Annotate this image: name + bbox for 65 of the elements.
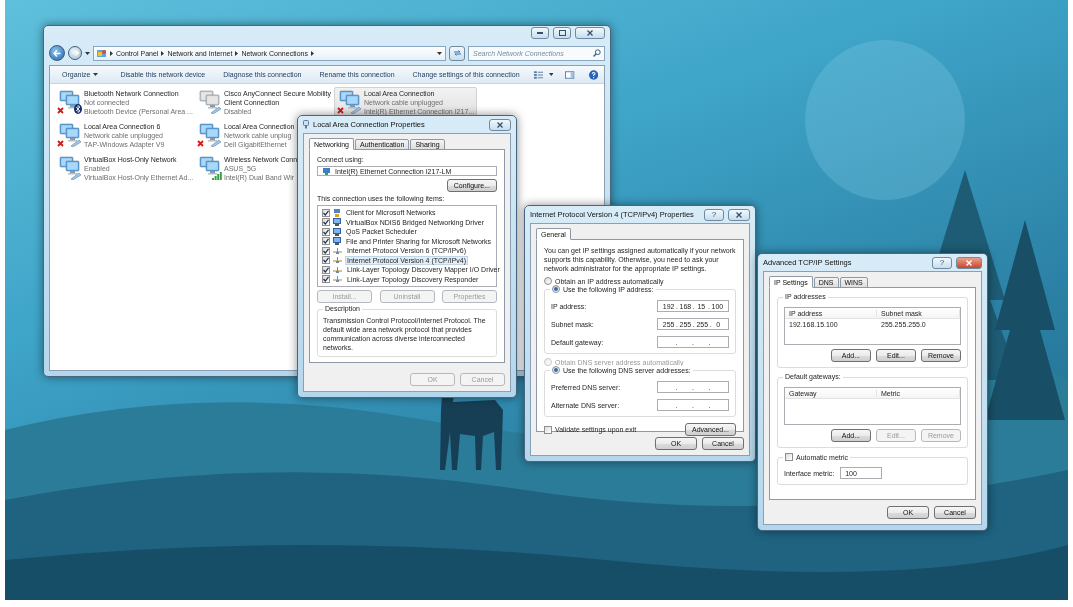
protocol-icon: [333, 257, 342, 264]
chevron-icon: [110, 50, 113, 56]
network-cable-icon: [70, 139, 82, 147]
network-adapter-icon: [303, 120, 309, 129]
checkbox[interactable]: [785, 453, 793, 461]
forward-arrow-icon: [71, 50, 79, 56]
protocol-icon: [333, 266, 342, 273]
network-cable-icon: [70, 172, 82, 180]
network-cable-icon: [210, 139, 222, 147]
control-panel-icon: [97, 48, 107, 58]
view-options-icon[interactable]: [533, 70, 543, 79]
checkbox[interactable]: [322, 227, 330, 236]
preview-pane-icon[interactable]: [565, 70, 575, 79]
computer-icon: [199, 90, 221, 110]
dropdown-caret-icon[interactable]: [437, 51, 442, 55]
maximize-icon: [558, 30, 566, 36]
chevron-icon: [235, 50, 239, 56]
close-icon: [966, 259, 972, 266]
checkbox[interactable]: [322, 218, 330, 227]
network-client-icon: [333, 208, 341, 217]
computer-icon: [59, 90, 81, 110]
caret-icon[interactable]: [548, 73, 554, 76]
search-icon: [593, 49, 601, 57]
close-button[interactable]: [575, 27, 605, 39]
help-button[interactable]: ?: [704, 208, 724, 221]
computer-icon: [339, 90, 361, 110]
computer-icon: [59, 156, 81, 176]
close-icon: [497, 121, 503, 128]
chevron-icon: [310, 50, 314, 56]
computer-icon: [59, 123, 81, 143]
back-arrow-icon: [53, 49, 61, 57]
checkbox[interactable]: [544, 425, 552, 434]
refresh-button[interactable]: [449, 45, 465, 61]
network-card-icon: [323, 167, 331, 175]
computer-icon: [199, 123, 221, 143]
maximize-button[interactable]: [553, 27, 571, 39]
back-button[interactable]: [49, 45, 65, 61]
radio-button[interactable]: [544, 277, 552, 286]
checkbox[interactable]: [322, 275, 330, 284]
refresh-icon: [452, 49, 462, 57]
close-icon: [587, 30, 593, 36]
bluetooth-icon: [74, 104, 82, 114]
checkbox[interactable]: [322, 237, 330, 246]
checkbox[interactable]: [322, 246, 330, 255]
help-button[interactable]: ?: [932, 256, 952, 269]
forward-button[interactable]: [68, 46, 82, 60]
chevron-icon: [161, 50, 165, 56]
minimize-button[interactable]: [531, 27, 549, 39]
protocol-icon: [333, 247, 342, 254]
signal-bars-icon: [212, 172, 222, 180]
caret-icon[interactable]: [85, 51, 90, 55]
help-icon[interactable]: [588, 69, 598, 80]
close-icon: [736, 211, 742, 218]
radio-button[interactable]: [552, 366, 560, 375]
checkbox[interactable]: [322, 208, 330, 217]
close-button[interactable]: [728, 208, 750, 221]
network-cable-icon: [210, 106, 222, 114]
protocol-icon: [333, 276, 342, 283]
checkbox[interactable]: [322, 265, 330, 274]
minimize-icon: [537, 32, 543, 34]
close-button[interactable]: [489, 118, 511, 131]
close-button[interactable]: [956, 256, 982, 269]
computer-icon: [199, 156, 221, 176]
radio-button[interactable]: [552, 285, 560, 294]
checkbox[interactable]: [322, 256, 330, 265]
